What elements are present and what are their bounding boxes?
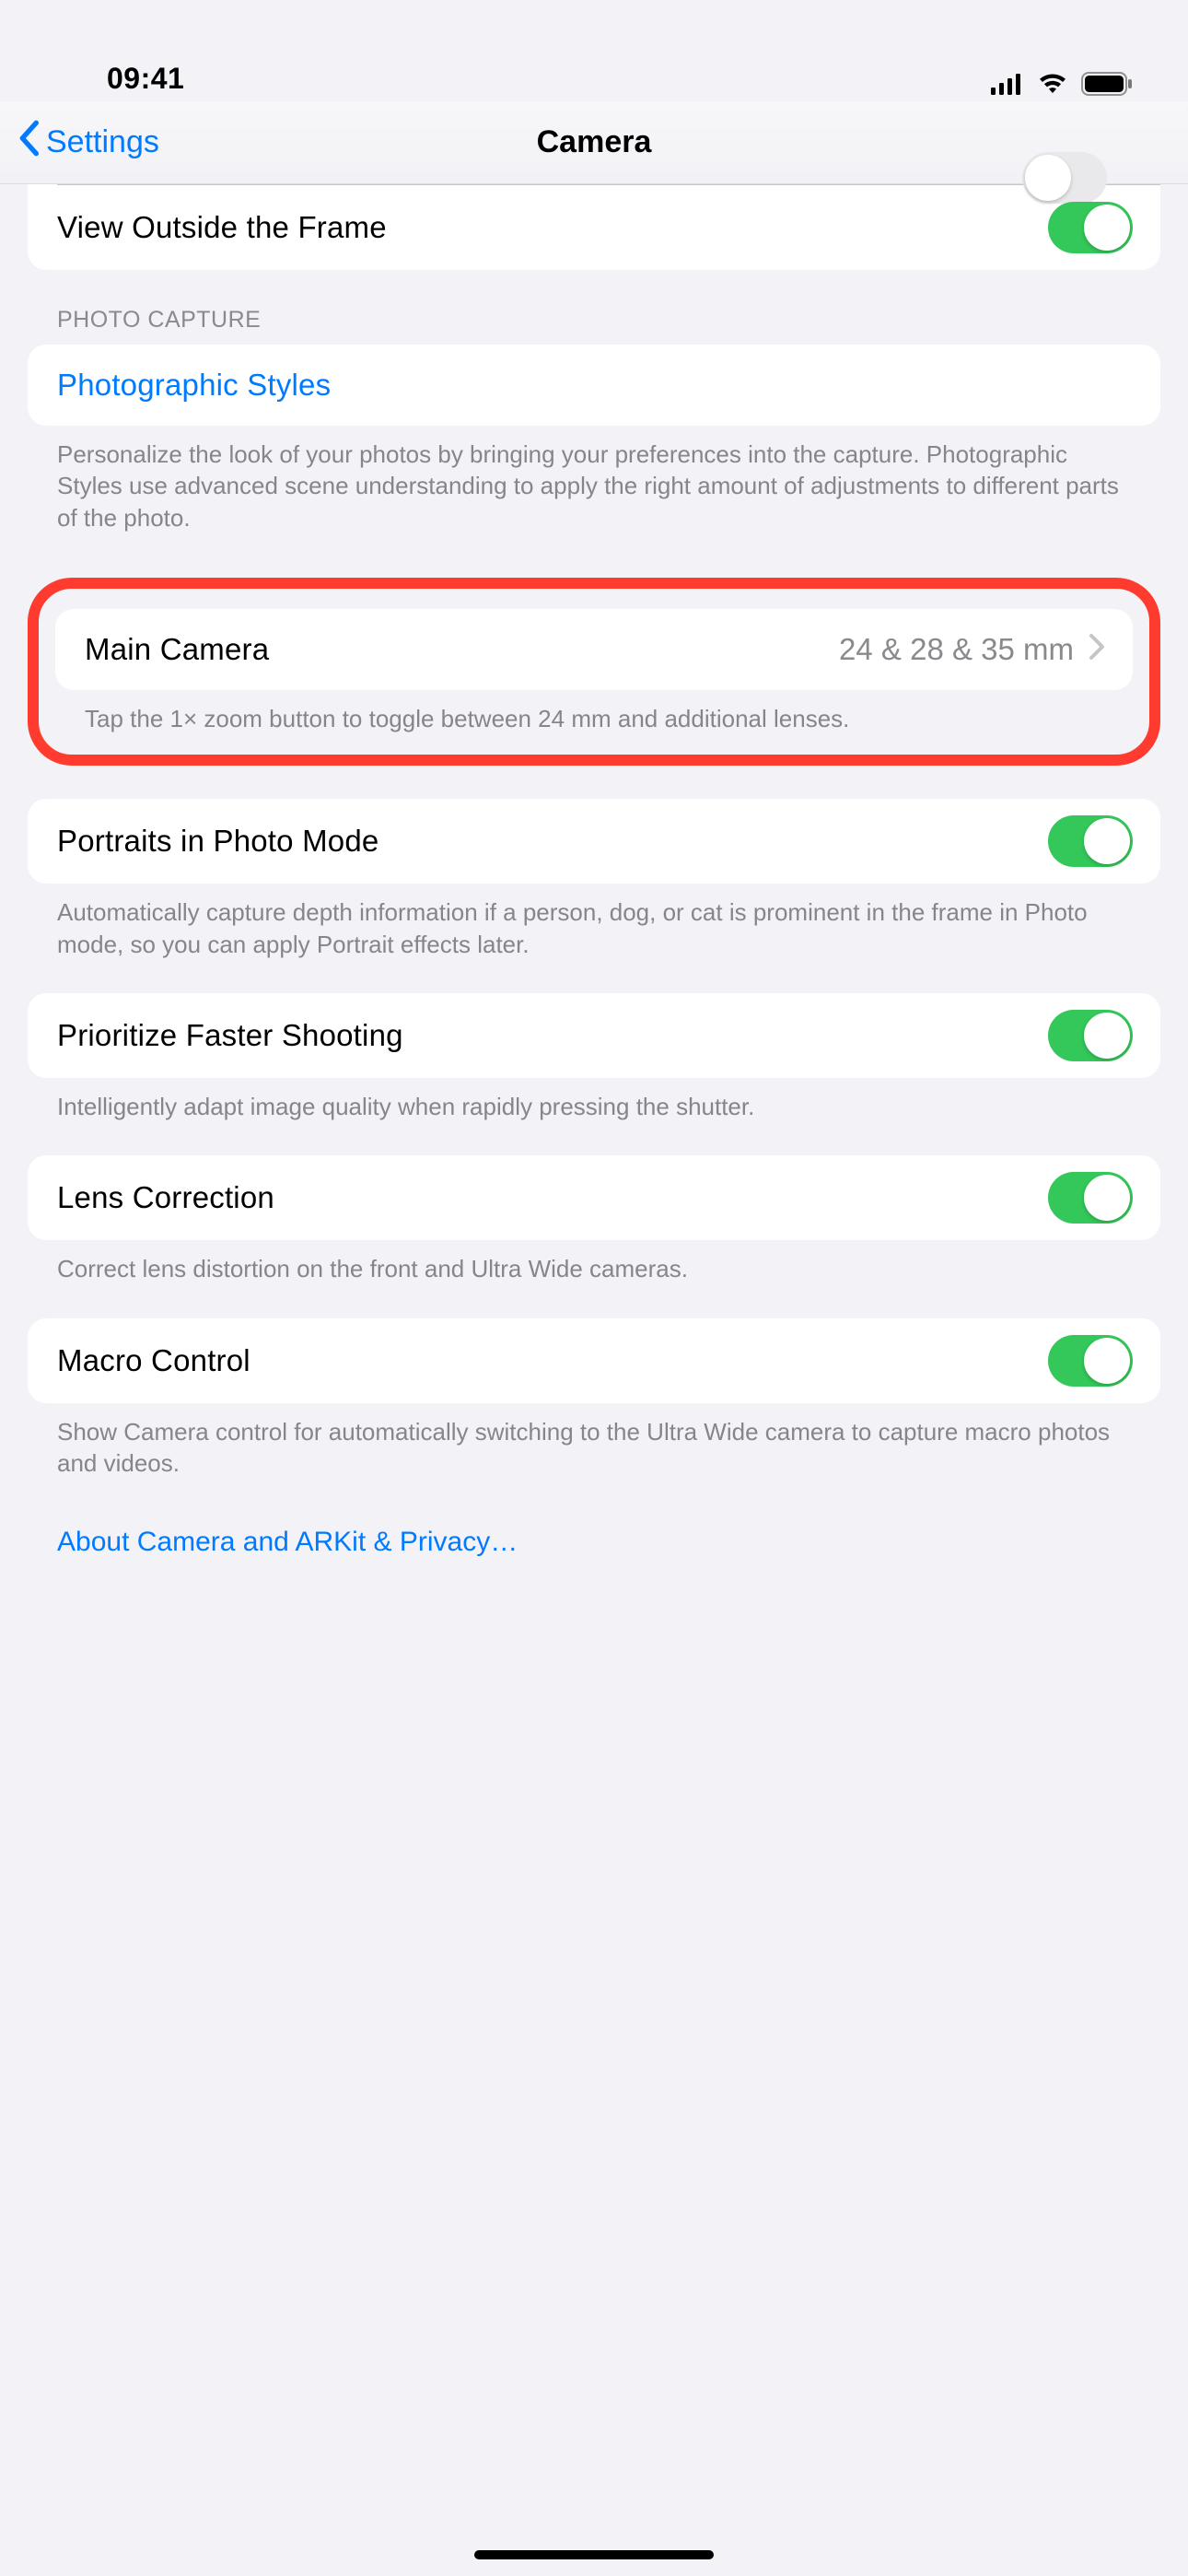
toggle-lens-correction[interactable]: [1048, 1172, 1133, 1224]
group-top: View Outside the Frame: [28, 184, 1160, 270]
highlight-main-camera: Main Camera 24 & 28 & 35 mm Tap the 1× z…: [28, 578, 1160, 766]
row-label: Prioritize Faster Shooting: [57, 1018, 403, 1053]
footer-portraits: Automatically capture depth information …: [28, 884, 1160, 960]
row-label: Portraits in Photo Mode: [57, 824, 379, 859]
row-main-camera[interactable]: Main Camera 24 & 28 & 35 mm: [55, 609, 1133, 690]
row-lens-correction[interactable]: Lens Correction: [28, 1155, 1160, 1240]
group-photographic-styles: Photographic Styles: [28, 345, 1160, 426]
chevron-left-icon: [17, 120, 41, 165]
footer-lens-correction: Correct lens distortion on the front and…: [28, 1240, 1160, 1284]
status-time: 09:41: [55, 62, 184, 96]
cellular-icon: [991, 73, 1024, 95]
page-title: Camera: [0, 124, 1188, 160]
row-macro-control[interactable]: Macro Control: [28, 1318, 1160, 1403]
wifi-icon: [1037, 73, 1068, 95]
row-portraits-photo-mode[interactable]: Portraits in Photo Mode: [28, 799, 1160, 884]
row-label: Macro Control: [57, 1343, 250, 1378]
toggle-macro-control[interactable]: [1048, 1335, 1133, 1387]
footer-photographic-styles: Personalize the look of your photos by b…: [28, 426, 1160, 533]
row-view-outside-frame[interactable]: View Outside the Frame: [28, 185, 1160, 270]
row-value: 24 & 28 & 35 mm: [839, 632, 1079, 667]
status-bar: 09:41: [0, 0, 1188, 101]
row-label: Main Camera: [85, 632, 269, 667]
row-label: View Outside the Frame: [57, 210, 387, 245]
back-button[interactable]: Settings: [0, 120, 159, 165]
row-label: Lens Correction: [57, 1180, 274, 1215]
chevron-right-icon: [1089, 633, 1105, 665]
toggle-faster-shooting[interactable]: [1048, 1010, 1133, 1061]
toggle-view-outside-frame[interactable]: [1048, 202, 1133, 253]
toggle-portraits[interactable]: [1048, 815, 1133, 867]
battery-icon: [1081, 72, 1133, 96]
back-label: Settings: [46, 124, 159, 160]
nav-bar: Settings Camera: [0, 101, 1188, 184]
footer-main-camera: Tap the 1× zoom button to toggle between…: [55, 690, 1133, 734]
row-label: Photographic Styles: [57, 368, 331, 403]
footer-faster-shooting: Intelligently adapt image quality when r…: [28, 1078, 1160, 1122]
privacy-link[interactable]: About Camera and ARKit & Privacy…: [28, 1479, 1160, 1558]
status-icons: [991, 72, 1133, 96]
home-indicator: [474, 2550, 714, 2559]
settings-content: View Outside the Frame Photo Capture Pho…: [0, 184, 1188, 1558]
row-photographic-styles[interactable]: Photographic Styles: [28, 345, 1160, 426]
row-faster-shooting[interactable]: Prioritize Faster Shooting: [28, 993, 1160, 1078]
section-header-photo-capture: Photo Capture: [28, 270, 1160, 345]
footer-macro-control: Show Camera control for automatically sw…: [28, 1403, 1160, 1480]
